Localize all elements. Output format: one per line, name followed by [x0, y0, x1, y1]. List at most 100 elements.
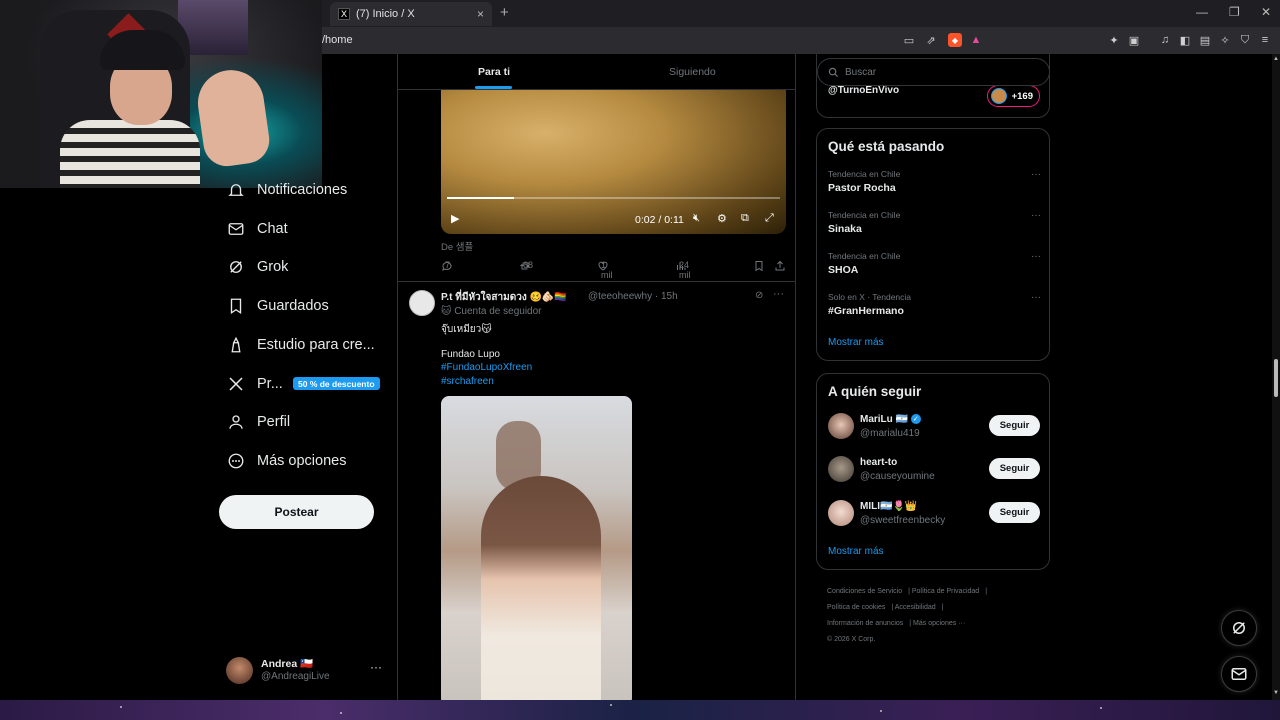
live-handle[interactable]: @TurnoEnVivo [828, 85, 899, 96]
follow-suggestion[interactable]: MILI🇦🇷🌷👑 @sweetfreenbecky Seguir [828, 499, 1040, 529]
page-scrollbar[interactable]: ▲ ▼ [1272, 54, 1280, 700]
tweet-author-handle[interactable]: @teeoheewhy · 15h [588, 291, 678, 302]
trend-more-icon[interactable]: ··· [1031, 292, 1041, 303]
menu-icon[interactable]: ≡ [1258, 33, 1272, 47]
tweet-photo[interactable] [441, 396, 632, 700]
close-window-icon[interactable]: ✕ [1261, 5, 1271, 19]
scroll-up-icon[interactable]: ▲ [1273, 56, 1279, 62]
trend-item[interactable]: Tendencia en Chile Pastor Rocha ··· [828, 169, 1043, 194]
trend-item[interactable]: Tendencia en Chile Sinaka ··· [828, 210, 1043, 235]
follow-show-more[interactable]: Mostrar más [828, 546, 884, 557]
share-post-icon[interactable] [774, 260, 786, 272]
hashtag-link[interactable]: #srchafreen [441, 376, 494, 387]
scrollbar-thumb[interactable] [1274, 359, 1278, 397]
play-icon[interactable]: ▶ [451, 212, 459, 225]
media-icon[interactable]: ♫ [1158, 33, 1172, 47]
tab-following[interactable]: Siguiendo [669, 66, 716, 78]
follow-title: A quién seguir [828, 384, 922, 399]
fullscreen-icon[interactable]: ⤢ [765, 212, 774, 225]
nav-notifications[interactable]: Notificaciones [227, 175, 347, 205]
bookmark-post-icon[interactable] [753, 260, 765, 272]
sidebar-toggle-icon[interactable]: ▣ [1127, 33, 1141, 47]
trend-more-icon[interactable]: ··· [1031, 210, 1041, 221]
tab-close-icon[interactable]: × [477, 7, 484, 21]
trend-more-icon[interactable]: ··· [1031, 251, 1041, 262]
screen-icon[interactable]: ▭ [902, 33, 916, 47]
nav-bookmarks[interactable]: Guardados [227, 291, 329, 321]
account-more-icon[interactable]: ··· [370, 660, 382, 674]
repost-action[interactable]: 68 [519, 260, 533, 272]
desktop-wallpaper-strip [0, 700, 1280, 720]
trend-context: Tendencia en Chile [828, 169, 901, 179]
nav-profile[interactable]: Perfil [227, 407, 290, 437]
follow-button[interactable]: Seguir [989, 458, 1040, 479]
video-progress-bar[interactable] [447, 197, 780, 199]
live-listeners-pill[interactable]: +169 [987, 85, 1040, 107]
follow-suggestion[interactable]: MariLu 🇦🇷 ✓ @marialu419 Seguir [828, 412, 1040, 442]
follow-button[interactable]: Seguir [989, 502, 1040, 523]
nav-label: Perfil [257, 414, 291, 430]
trends-show-more[interactable]: Mostrar más [828, 337, 884, 348]
post-button[interactable]: Postear [219, 495, 374, 529]
tab-title: (7) Inicio / X [356, 8, 415, 20]
nav-premium[interactable]: Pr... [227, 369, 283, 399]
x-favicon-icon: X [338, 8, 350, 20]
account-switcher[interactable]: Andrea 🇨🇱 @AndreagiLive ··· [226, 656, 386, 686]
tweet-author-name[interactable]: P.t ที่มีหัวใจสามดวง 🥴🫵🏻🏳️‍🌈 [441, 290, 567, 305]
search-box[interactable]: Buscar [817, 58, 1050, 86]
trend-topic: Pastor Rocha [828, 182, 896, 194]
trend-more-icon[interactable]: ··· [1031, 169, 1041, 180]
wallet-icon[interactable]: ▤ [1198, 33, 1212, 47]
mute-icon[interactable]: 🔇︎ [693, 212, 700, 225]
scroll-down-icon[interactable]: ▼ [1273, 690, 1279, 696]
restore-icon[interactable]: ❐ [1229, 5, 1240, 19]
webcam-overlay [0, 0, 322, 188]
url-text[interactable]: /home [322, 34, 353, 46]
follow-button[interactable]: Seguir [989, 415, 1040, 436]
premium-discount-badge[interactable]: 50 % de descuento [293, 377, 380, 390]
nav-grok[interactable]: Grok [227, 252, 288, 282]
trend-item[interactable]: Tendencia en Chile SHOA ··· [828, 251, 1043, 276]
studio-icon [227, 336, 245, 354]
footer-ads-link[interactable]: Información de anuncios [827, 620, 903, 627]
nav-more-options[interactable]: Más opciones [227, 446, 346, 476]
tweet-more-icon[interactable]: ··· [773, 288, 784, 300]
reader-icon[interactable]: ◧ [1178, 33, 1192, 47]
video-player[interactable]: ▶ 0:02 / 0:11 🔇︎ ⚙ ⧉ ⤢ [441, 90, 786, 234]
trend-context: Tendencia en Chile [828, 210, 901, 220]
messages-floating-button[interactable] [1221, 656, 1257, 692]
settings-icon[interactable]: ⚙ [717, 212, 727, 225]
trend-item[interactable]: Solo en X · Tendencia #GranHermano ··· [828, 292, 1043, 317]
search-input[interactable]: Buscar [845, 67, 876, 78]
brave-shield-icon[interactable]: ◆ [948, 33, 962, 47]
footer-privacy-link[interactable]: Política de Privacidad [912, 588, 979, 595]
footer-cookies-link[interactable]: Política de cookies [827, 604, 885, 611]
follow-suggestion[interactable]: heart-to @causeyoumine Seguir [828, 455, 1040, 485]
reply-action[interactable]: 7 [441, 260, 453, 272]
pip-icon[interactable]: ⧉ [741, 212, 749, 225]
views-action[interactable]: 24 mil [675, 260, 691, 280]
bookmark-icon [227, 297, 245, 315]
vpn-icon[interactable]: ⛉ [1238, 33, 1252, 47]
tweet-avatar[interactable] [409, 290, 435, 316]
hashtag-link[interactable]: #FundaoLupoXfreen [441, 362, 532, 373]
rewards-icon[interactable]: ▲ [969, 33, 983, 47]
grok-floating-button[interactable] [1221, 610, 1257, 646]
footer-accessibility-link[interactable]: Accesibilidad [895, 604, 936, 611]
like-count: 1 mil [601, 260, 613, 280]
grok-explain-icon[interactable]: ⊘ [755, 290, 763, 301]
like-action[interactable]: 1 mil [597, 260, 613, 280]
share-icon[interactable]: ⇗ [924, 33, 938, 47]
nav-chat[interactable]: Chat [227, 214, 288, 244]
tab-for-you[interactable]: Para ti [478, 66, 510, 78]
browser-tab[interactable]: X (7) Inicio / X × [330, 2, 492, 26]
video-source[interactable]: De 샘플 [441, 239, 473, 253]
footer-more-link[interactable]: Más opciones ··· [913, 620, 965, 627]
leo-icon[interactable]: ✧ [1218, 33, 1232, 47]
minimize-icon[interactable]: — [1196, 5, 1208, 19]
footer-terms-link[interactable]: Condiciones de Servicio [827, 588, 902, 595]
new-tab-button[interactable]: + [500, 4, 509, 21]
mail-icon [227, 220, 245, 238]
extensions-icon[interactable]: ✦ [1107, 33, 1121, 47]
nav-studio[interactable]: Estudio para cre... [227, 330, 375, 360]
